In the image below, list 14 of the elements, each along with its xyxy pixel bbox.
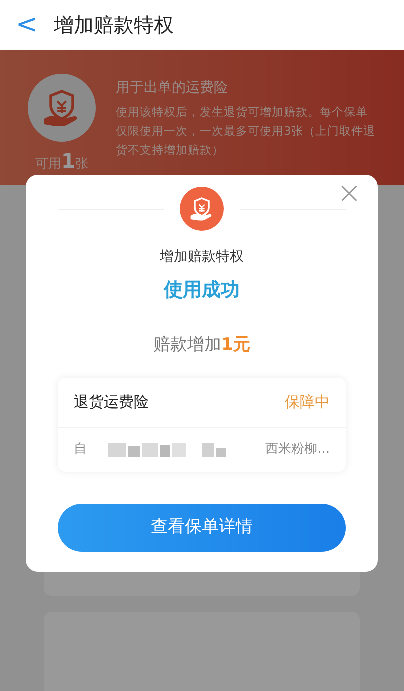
success-message: 使用成功 [164, 278, 240, 303]
banner-heading: 用于出单的运费险 [116, 79, 229, 98]
policy-detail: 西米粉柳... [266, 441, 330, 460]
policy-detail-prefix: 自 [74, 441, 87, 460]
compensation-amount: 赔款增加1元 [154, 334, 250, 356]
page-title: 增加赔款特权 [54, 12, 174, 39]
close-button[interactable]: × [336, 179, 362, 209]
privilege-icon [180, 187, 224, 231]
policy-status: 保障中 [285, 392, 330, 414]
banner-description: 使用该特权后，发生退货可增加赔款。每个保单仅限使用一次，一次最多可使用3张（上门取件退货不支持增加赔款） [116, 104, 376, 159]
policy-name: 退货运费险 [74, 392, 149, 414]
dialog-title: 增加赔款特权 [160, 248, 244, 267]
view-policy-button[interactable]: 查看保单详情 [58, 504, 346, 552]
back-button[interactable]: < [16, 12, 38, 38]
